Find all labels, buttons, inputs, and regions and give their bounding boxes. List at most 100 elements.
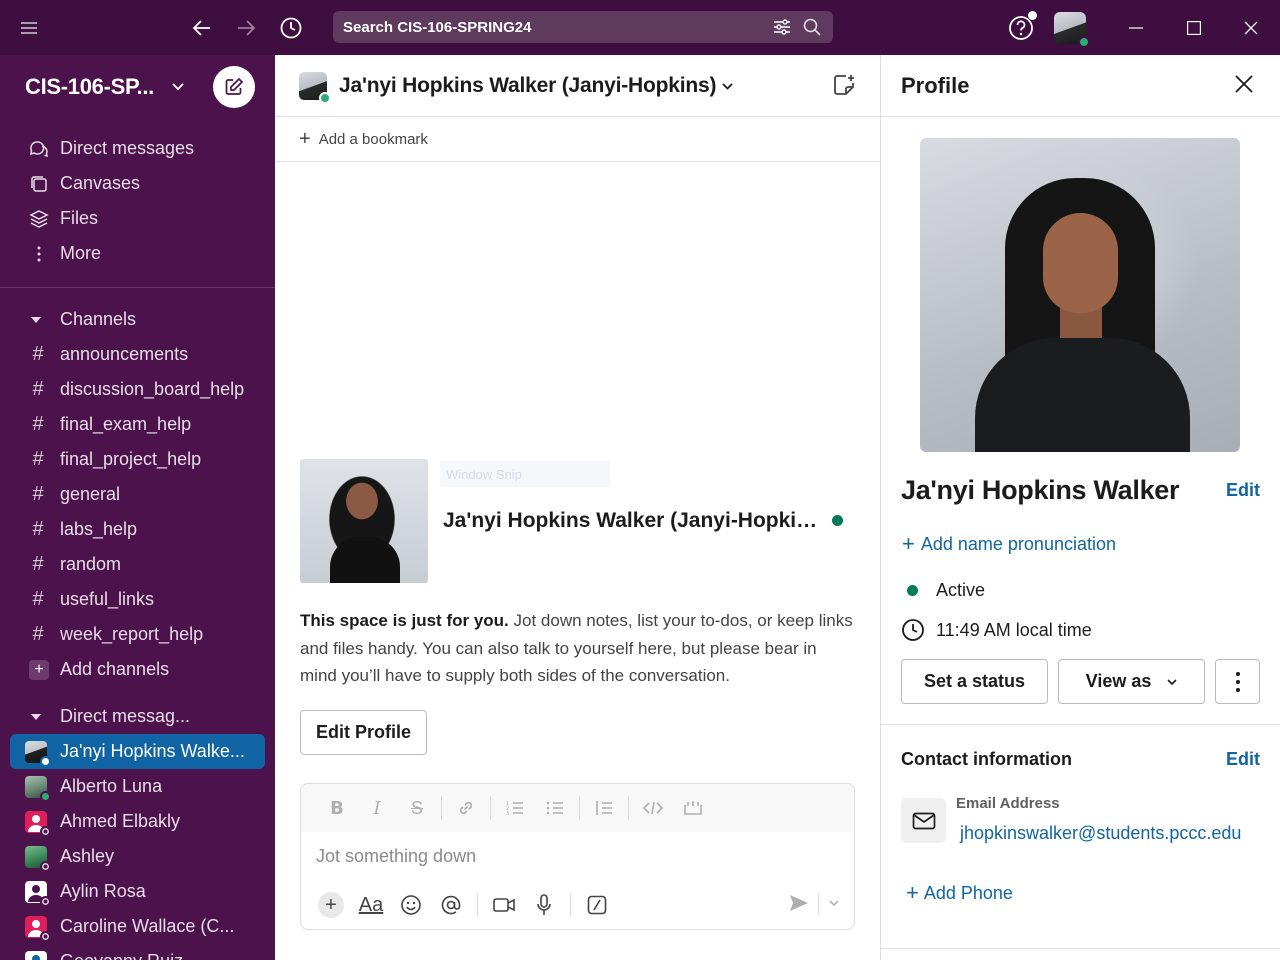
channel-item[interactable]: # random	[0, 547, 275, 582]
channel-name: general	[60, 484, 121, 504]
more-vertical-icon	[1235, 671, 1240, 692]
channels-section: Channels # announcements # discussion_boar…	[0, 288, 275, 960]
toolbar-divider	[477, 893, 478, 917]
chevron-down-icon[interactable]	[172, 78, 184, 96]
sidebar-item-direct-messages[interactable]: Direct messages	[0, 131, 275, 166]
photo-face	[1043, 213, 1118, 313]
profile-photo[interactable]	[920, 138, 1240, 452]
channel-item[interactable]: # announcements	[0, 337, 275, 372]
slash-command-icon[interactable]	[577, 887, 617, 923]
history-clock-icon[interactable]	[277, 0, 305, 55]
direct-messages-header[interactable]: Direct messag...	[0, 699, 275, 734]
compose-button[interactable]	[213, 66, 255, 108]
dm-item-geovanny[interactable]: Geovanny Ruiz	[0, 944, 275, 960]
profile-photo-thumbnail[interactable]	[300, 459, 428, 583]
local-time-label: 11:49 AM local time	[936, 619, 1092, 640]
channel-item[interactable]: # discussion_board_help	[0, 372, 275, 407]
conversation-header: Ja'nyi Hopkins Walker (Janyi-Hopkins)	[275, 55, 880, 117]
dm-item-ashley[interactable]: Ashley	[0, 839, 275, 874]
add-channels-button[interactable]: + Add channels	[0, 652, 275, 687]
clock-icon	[902, 619, 924, 641]
edit-contact-link[interactable]: Edit	[1226, 749, 1260, 770]
status-dot	[40, 895, 51, 907]
video-icon[interactable]	[484, 887, 524, 923]
link-icon[interactable]	[446, 799, 486, 817]
channel-item[interactable]: # week_report_help	[0, 617, 275, 652]
channel-item[interactable]: # final_project_help	[0, 442, 275, 477]
view-as-button[interactable]: View as	[1058, 659, 1205, 704]
channel-item[interactable]: # final_exam_help	[0, 407, 275, 442]
dm-name: Caroline Wallace (C...	[60, 916, 235, 936]
conversation-title[interactable]: Ja'nyi Hopkins Walker (Janyi-Hopkins)	[339, 74, 716, 98]
intro-description: This space is just for you. Jot down not…	[300, 607, 855, 690]
dm-item-alberto[interactable]: Alberto Luna	[0, 769, 275, 804]
user-avatar[interactable]	[1054, 12, 1090, 48]
code-icon[interactable]	[633, 800, 673, 816]
sidebar-item-more[interactable]: More	[0, 236, 275, 271]
maximize-icon[interactable]	[1184, 0, 1204, 55]
mention-icon[interactable]	[431, 887, 471, 923]
edit-profile-link[interactable]: Edit	[1226, 480, 1260, 501]
dm-name: Alberto Luna	[60, 776, 163, 796]
formatting-aa-icon[interactable]: Aa	[351, 887, 391, 923]
blockquote-icon[interactable]	[584, 800, 624, 816]
more-actions-button[interactable]	[1215, 659, 1260, 704]
edit-profile-button[interactable]: Edit Profile	[300, 709, 428, 755]
channels-header-label: Channels	[60, 309, 137, 329]
help-icon[interactable]	[1007, 0, 1035, 55]
dm-item-caroline[interactable]: Caroline Wallace (C...	[0, 909, 275, 944]
close-icon[interactable]	[1234, 74, 1254, 99]
bold-icon[interactable]: B	[317, 798, 357, 819]
emoji-icon[interactable]	[391, 887, 431, 923]
dm-item-aylin[interactable]: Aylin Rosa	[0, 874, 275, 909]
bulleted-list-icon[interactable]	[535, 800, 575, 816]
canvas-icon[interactable]	[832, 73, 856, 102]
chevron-down-icon[interactable]	[722, 77, 733, 95]
channel-item[interactable]: # general	[0, 477, 275, 512]
online-status-dot	[319, 91, 331, 104]
intro-name[interactable]: Ja'nyi Hopkins Walker (Janyi-Hopkins)	[443, 509, 818, 533]
avatar[interactable]	[299, 71, 331, 104]
dm-item-ahmed[interactable]: Ahmed Elbakly	[0, 804, 275, 839]
channel-item[interactable]: # labs_help	[0, 512, 275, 547]
back-arrow-icon[interactable]	[188, 0, 216, 55]
set-status-button[interactable]: Set a status	[901, 659, 1048, 704]
minimize-icon[interactable]	[1126, 0, 1146, 55]
add-bookmark-button[interactable]: + Add a bookmark	[275, 117, 880, 162]
message-input[interactable]: Jot something down	[301, 832, 854, 880]
notification-dot	[1028, 11, 1037, 20]
sidebar-item-files[interactable]: Files	[0, 201, 275, 236]
filter-sliders-icon[interactable]	[767, 12, 797, 42]
search-bar[interactable]: Search CIS-106-SPRING24	[333, 11, 833, 43]
send-icon[interactable]	[789, 894, 809, 917]
dm-item-janyi[interactable]: Ja'nyi Hopkins Walke...	[10, 734, 265, 769]
workspace-name[interactable]: CIS-106-SP...	[25, 74, 154, 100]
strikethrough-icon[interactable]: S	[397, 798, 437, 819]
chevron-down-icon[interactable]	[829, 893, 839, 911]
close-icon[interactable]	[1241, 0, 1261, 55]
hash-icon: #	[32, 448, 44, 470]
add-bookmark-label: Add a bookmark	[318, 130, 428, 148]
microphone-icon[interactable]	[524, 887, 564, 923]
sidebar-item-canvases[interactable]: Canvases	[0, 166, 275, 201]
email-label: Email Address	[956, 795, 1060, 812]
code-block-icon[interactable]	[673, 800, 713, 816]
plus-icon: +	[318, 892, 344, 918]
hash-icon: #	[32, 518, 44, 540]
workspace-header[interactable]: CIS-106-SP...	[0, 55, 275, 118]
search-icon[interactable]	[797, 12, 827, 42]
forward-arrow-icon[interactable]	[232, 0, 260, 55]
email-link[interactable]: jhopkinswalker@students.pccc.edu	[960, 823, 1241, 844]
channel-name: random	[60, 554, 122, 574]
attach-plus-button[interactable]: +	[311, 887, 351, 923]
channel-item[interactable]: # useful_links	[0, 582, 275, 617]
status-dot	[40, 930, 51, 942]
channels-header[interactable]: Channels	[0, 302, 275, 337]
add-name-pronunciation-link[interactable]: + Add name pronunciation	[902, 531, 1116, 557]
italic-icon[interactable]: I	[357, 798, 397, 819]
add-phone-link[interactable]: + Add Phone	[906, 880, 1013, 906]
menu-icon[interactable]	[14, 0, 44, 55]
ordered-list-icon[interactable]: 123	[495, 800, 535, 816]
dm-name: Aylin Rosa	[60, 881, 146, 901]
dm-name: Geovanny Ruiz	[60, 951, 183, 960]
